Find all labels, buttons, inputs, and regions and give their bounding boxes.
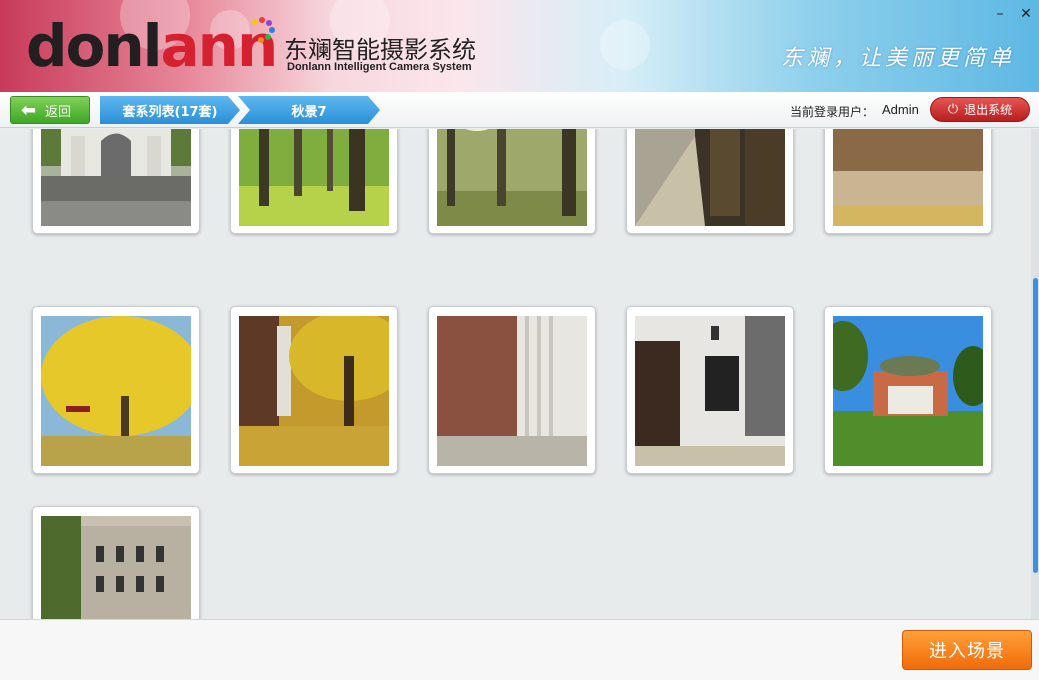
breadcrumb-series-list[interactable]: 套系列表(17套) [100, 96, 240, 124]
photo-card[interactable] [32, 129, 200, 234]
minimize-button[interactable]: – [992, 6, 1008, 22]
power-icon: ⏻ [947, 102, 959, 117]
scrollbar-thumb[interactable] [1033, 278, 1038, 573]
slogan: 东斓，让美丽更简单 [780, 46, 1015, 71]
breadcrumb-current-set[interactable]: 秋景7 [238, 96, 380, 124]
photo-card[interactable] [626, 129, 794, 234]
enter-scene-button[interactable]: 进入场景 [902, 630, 1032, 670]
photo-school-gate [41, 129, 191, 226]
nav-bar: ⬅ 返回 套系列表(17套) 秋景7 当前登录用户： Admin ⏻ 退出系统 [0, 92, 1039, 128]
breadcrumb-label: 秋景7 [291, 104, 327, 120]
breadcrumb-label: 套系列表(17套) [122, 104, 218, 120]
photo-card[interactable] [230, 129, 398, 234]
photo-card[interactable] [626, 306, 794, 474]
logout-button-label: 退出系统 [964, 103, 1013, 117]
photo-card[interactable] [428, 129, 596, 234]
photo-ginkgo-building [239, 316, 389, 466]
photo-old-building [41, 516, 191, 619]
photo-card[interactable] [32, 506, 200, 619]
app-subtitle: Donlann Intelligent Camera System [287, 61, 472, 73]
photo-card[interactable] [32, 306, 200, 474]
photo-column-brick [437, 316, 587, 466]
photo-tree-lined-road [635, 129, 785, 226]
back-button-label: 返回 [45, 104, 72, 120]
current-user-label: 当前登录用户： [790, 105, 875, 119]
photo-card[interactable] [824, 306, 992, 474]
logout-button[interactable]: ⏻ 退出系统 [930, 97, 1030, 122]
photo-green-trees [239, 129, 389, 226]
logo-dots-icon [252, 17, 275, 43]
brand-logo: donlann [26, 12, 278, 80]
photo-yellow-ginkgo [41, 316, 191, 466]
photo-card[interactable] [230, 306, 398, 474]
photo-brick-wall [833, 129, 983, 226]
arrow-left-icon: ⬅ [21, 99, 37, 121]
photo-auditorium-lawn [833, 316, 983, 466]
photo-card[interactable] [428, 306, 596, 474]
photo-card[interactable] [824, 129, 992, 234]
footer-bar: 进入场景 [0, 619, 1039, 680]
close-button[interactable]: ✕ [1018, 6, 1034, 22]
back-button[interactable]: ⬅ 返回 [10, 96, 90, 124]
current-user-name: Admin [882, 102, 919, 117]
app-title: 东斓智能摄影系统 [284, 36, 476, 64]
app-header: donlann 东斓智能摄影系统 Donlann Intelligent Cam… [0, 0, 1039, 92]
photo-sunlit-trees [437, 129, 587, 226]
photo-gallery [0, 129, 1031, 619]
photo-white-wall-window [635, 316, 785, 466]
